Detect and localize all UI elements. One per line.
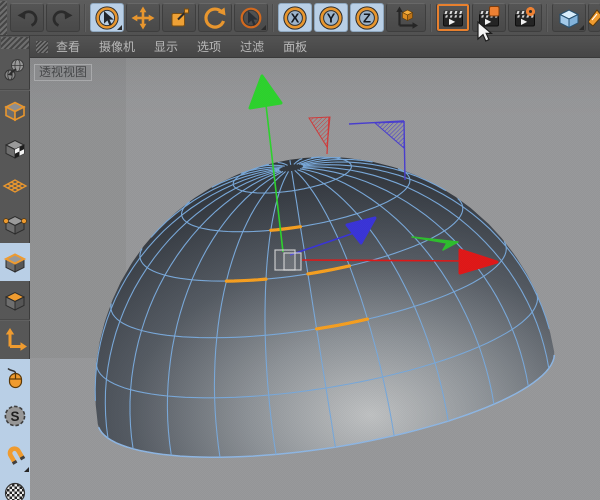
points-mode-button[interactable] bbox=[0, 205, 30, 243]
magnet-button[interactable] bbox=[0, 435, 30, 473]
tweak-mode-button[interactable] bbox=[0, 359, 30, 397]
axis-z-icon: Z bbox=[353, 5, 381, 31]
magnet-icon bbox=[2, 441, 28, 467]
toolbar-separator bbox=[272, 3, 274, 32]
submenu-indicator bbox=[261, 25, 266, 30]
live-selection-button[interactable] bbox=[90, 3, 124, 32]
undo-icon bbox=[15, 6, 39, 30]
render-settings-icon bbox=[513, 5, 537, 31]
scale-icon bbox=[167, 6, 191, 30]
lock-x-button[interactable]: X bbox=[278, 3, 312, 32]
rotate-button[interactable] bbox=[198, 3, 232, 32]
palette-grip[interactable] bbox=[0, 37, 29, 49]
edges-mode-button[interactable] bbox=[0, 243, 30, 281]
svg-text:S: S bbox=[10, 409, 19, 424]
snap-button[interactable]: S bbox=[0, 397, 30, 435]
top-toolbar: X Y Z bbox=[0, 0, 600, 36]
texture-mode-button[interactable] bbox=[0, 129, 30, 167]
menubar-grip[interactable] bbox=[36, 40, 48, 53]
last-tool-button[interactable] bbox=[234, 3, 268, 32]
svg-text:X: X bbox=[291, 10, 300, 25]
scale-button[interactable] bbox=[162, 3, 196, 32]
menu-options[interactable]: 选项 bbox=[197, 38, 221, 55]
submenu-indicator bbox=[579, 25, 584, 30]
render-view-button[interactable] bbox=[436, 3, 470, 32]
make-editable-button[interactable] bbox=[0, 51, 30, 89]
cinema4d-window: X Y Z S 查看 摄像机 显示 选项 过滤 面板 透视视图 bbox=[0, 0, 600, 500]
undo-button[interactable] bbox=[10, 3, 44, 32]
polygons-mode-button[interactable] bbox=[0, 281, 30, 319]
menu-filter[interactable]: 过滤 bbox=[240, 38, 264, 55]
left-tool-palette: S bbox=[0, 36, 30, 500]
rotate-icon bbox=[203, 6, 227, 30]
coordinate-system-button[interactable] bbox=[386, 3, 426, 32]
pen-tool-button[interactable] bbox=[588, 3, 600, 32]
viewport-menubar: 查看 摄像机 显示 选项 过滤 面板 bbox=[30, 36, 600, 58]
lock-y-button[interactable]: Y bbox=[314, 3, 348, 32]
redo-button[interactable] bbox=[46, 3, 80, 32]
menu-view[interactable]: 查看 bbox=[56, 38, 80, 55]
workplane-mode-button[interactable] bbox=[0, 167, 30, 205]
pen-icon bbox=[589, 5, 600, 31]
quantize-icon bbox=[2, 479, 28, 500]
lock-z-button[interactable]: Z bbox=[350, 3, 384, 32]
add-cube-button[interactable] bbox=[552, 3, 586, 32]
points-mode-icon bbox=[2, 211, 28, 237]
menu-camera[interactable]: 摄像机 bbox=[99, 38, 135, 55]
svg-text:Z: Z bbox=[363, 10, 371, 25]
enable-axis-button[interactable] bbox=[0, 321, 30, 359]
quantize-button[interactable] bbox=[0, 473, 30, 500]
toolbar-separator bbox=[84, 3, 86, 32]
menu-panel[interactable]: 面板 bbox=[283, 38, 307, 55]
polygons-mode-icon bbox=[2, 287, 28, 313]
toolbar-separator bbox=[430, 3, 432, 32]
tweak-mouse-icon bbox=[2, 365, 28, 391]
view-label[interactable]: 透视视图 bbox=[34, 64, 93, 81]
edges-mode-icon bbox=[2, 249, 28, 275]
make-editable-icon bbox=[2, 57, 28, 83]
render-view-icon bbox=[441, 5, 465, 31]
render-settings-button[interactable] bbox=[508, 3, 542, 32]
redo-icon bbox=[51, 6, 75, 30]
enable-axis-icon bbox=[2, 327, 28, 353]
submenu-indicator bbox=[117, 25, 122, 30]
submenu-indicator bbox=[24, 467, 29, 472]
scene-canvas[interactable] bbox=[30, 36, 600, 500]
axis-y-icon: Y bbox=[317, 5, 345, 31]
axis-x-icon: X bbox=[281, 5, 309, 31]
model-mode-button[interactable] bbox=[0, 91, 30, 129]
toolbar-grip[interactable] bbox=[0, 0, 7, 35]
mouse-cursor bbox=[477, 21, 494, 42]
model-mode-icon bbox=[2, 97, 28, 123]
toolbar-separator bbox=[546, 3, 548, 32]
svg-text:Y: Y bbox=[327, 10, 336, 25]
perspective-viewport[interactable]: 查看 摄像机 显示 选项 过滤 面板 透视视图 bbox=[30, 36, 600, 500]
move-icon bbox=[131, 6, 155, 30]
coord-system-icon bbox=[393, 5, 419, 31]
snap-s-icon: S bbox=[2, 403, 28, 429]
workplane-mode-icon bbox=[2, 173, 28, 199]
move-button[interactable] bbox=[126, 3, 160, 32]
menu-display[interactable]: 显示 bbox=[154, 38, 178, 55]
texture-mode-icon bbox=[2, 135, 28, 161]
